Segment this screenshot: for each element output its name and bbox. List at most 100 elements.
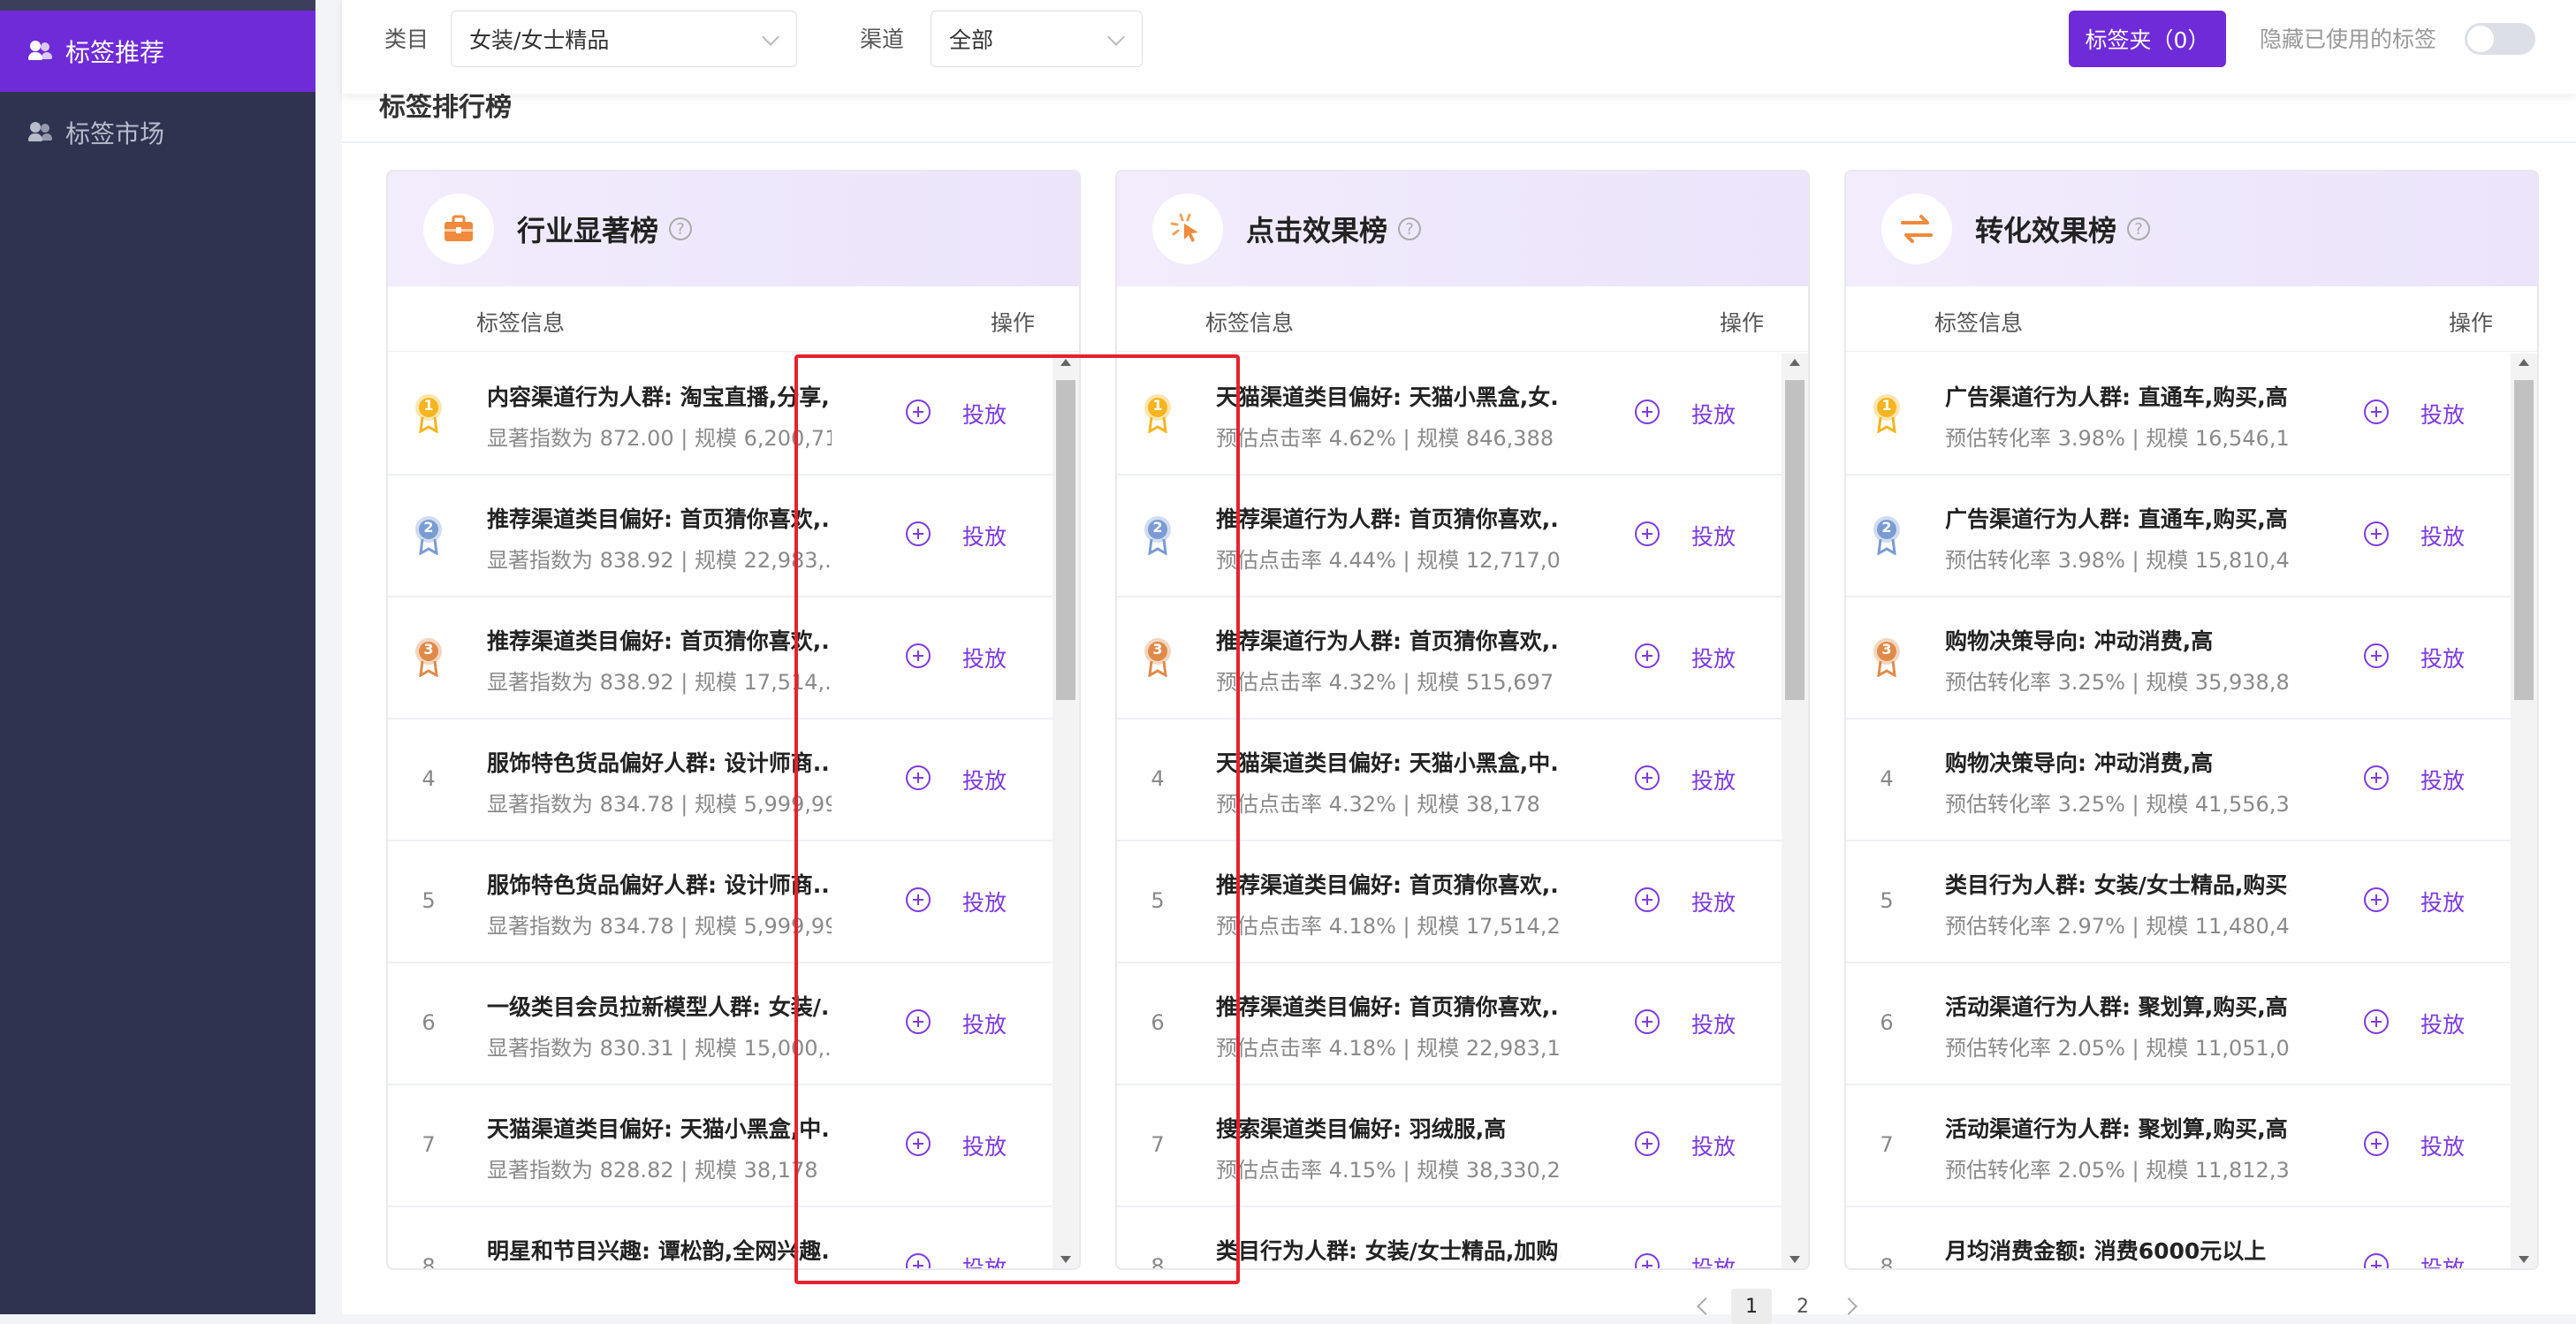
scroll-up-icon[interactable] (2519, 359, 2529, 366)
tag-name: 活动渠道行为人群: 聚划算,购买,高... (1945, 1116, 2290, 1142)
add-to-folder-icon[interactable] (2364, 1131, 2389, 1156)
tag-name: 推荐渠道类目偏好: 首页猜你喜欢,... (1216, 872, 1561, 898)
help-icon[interactable]: ? (1398, 217, 1422, 240)
rank-badge: 8 (407, 1244, 450, 1268)
page-1-button[interactable]: 1 (1731, 1289, 1772, 1324)
rank-badge: 8 (1866, 1244, 1908, 1268)
add-to-folder-icon[interactable] (2364, 399, 2389, 424)
add-to-folder-icon[interactable] (1635, 1009, 1660, 1034)
deploy-link[interactable]: 投放 (1691, 764, 1736, 795)
deploy-link[interactable]: 投放 (2420, 642, 2465, 673)
users-icon (28, 41, 53, 62)
tag-name: 天猫渠道类目偏好: 天猫小黑盒,中... (487, 1116, 832, 1142)
rank-number: 6 (1880, 1010, 1894, 1035)
tag-metrics: 预估转化率 3.98% | 规模 16,546,185 (1945, 426, 2290, 451)
scrollbar[interactable] (1782, 354, 1808, 1268)
deploy-link[interactable]: 投放 (2420, 886, 2465, 917)
deploy-link[interactable]: 投放 (2420, 1252, 2465, 1268)
sidebar-item-tag-recommend[interactable]: 标签推荐 (0, 11, 315, 92)
add-to-folder-icon[interactable] (2364, 765, 2389, 790)
scrollbar[interactable] (2511, 354, 2537, 1268)
deploy-link[interactable]: 投放 (1691, 1130, 1736, 1161)
tag-name: 天猫渠道类目偏好: 天猫小黑盒,中... (1216, 750, 1561, 776)
rank-number: 5 (422, 888, 436, 913)
add-to-folder-icon[interactable] (1635, 1253, 1660, 1268)
rank-number: 4 (1880, 766, 1894, 791)
tag-name: 类目行为人群: 女装/女士精品,购买... (1945, 872, 2290, 898)
sidebar-item-label: 标签市场 (65, 119, 165, 148)
tag-metrics: 预估转化率 2.97% | 规模 11,480,470 (1945, 914, 2290, 939)
category-label: 类目 (384, 27, 429, 52)
panel-header: 转化效果榜? (1846, 171, 2537, 286)
add-to-folder-icon[interactable] (1635, 521, 1660, 546)
deploy-link[interactable]: 投放 (1691, 398, 1736, 430)
add-to-folder-icon[interactable] (1635, 887, 1660, 912)
list-item: 5 类目行为人群: 女装/女士精品,购买... 预估转化率 2.97% | 规模 1… (1846, 841, 2511, 963)
panel-header: 行业显著榜? (388, 171, 1079, 286)
deploy-link[interactable]: 投放 (1691, 1008, 1736, 1039)
deploy-link[interactable]: 投放 (2420, 1130, 2465, 1161)
add-to-folder-icon[interactable] (2364, 643, 2389, 668)
add-to-folder-icon[interactable] (2364, 521, 2389, 546)
add-to-folder-icon[interactable] (1635, 765, 1660, 790)
tag-metrics: 预估转化率 3.98% | 规模 15,810,406 (1945, 548, 2290, 573)
rank-number: 2 (423, 519, 434, 536)
list-item: 3 购物决策导向: 冲动消费,高 预估转化率 3.25% | 规模 35,938,8… (1846, 597, 2511, 719)
rank-number: 4 (422, 766, 436, 791)
add-to-folder-icon[interactable] (2364, 1009, 2389, 1034)
tag-name: 天猫渠道类目偏好: 天猫小黑盒,女... (1216, 384, 1561, 410)
add-to-folder-icon[interactable] (2364, 1253, 2389, 1268)
deploy-link[interactable]: 投放 (1691, 886, 1736, 917)
sidebar-item-tag-market[interactable]: 标签市场 (0, 92, 315, 173)
section-divider (342, 141, 2576, 143)
category-select[interactable]: 女装/女士精品 (451, 11, 797, 67)
add-to-folder-icon[interactable] (2364, 887, 2389, 912)
medal-icon: 2 (1872, 514, 1902, 556)
add-to-folder-icon[interactable] (1635, 399, 1660, 424)
tag-name: 服饰特色货品偏好人群: 设计师商... (487, 872, 832, 898)
scroll-down-icon[interactable] (2519, 1256, 2529, 1263)
deploy-link[interactable]: 投放 (2420, 1008, 2465, 1039)
scrollbar-thumb[interactable] (1785, 380, 1805, 700)
add-to-folder-icon[interactable] (1635, 1131, 1660, 1156)
scroll-up-icon[interactable] (1790, 359, 1800, 366)
rank-badge: 6 (1866, 1001, 1908, 1045)
chevron-down-icon (1107, 28, 1125, 46)
deploy-link[interactable]: 投放 (1691, 520, 1736, 552)
medal-icon: 2 (414, 514, 444, 556)
tag-name: 明星和节目兴趣: 谭松韵,全网兴趣... (487, 1238, 832, 1264)
channel-label: 渠道 (860, 27, 905, 52)
add-to-folder-icon[interactable] (1635, 643, 1660, 668)
tag-folder-button[interactable]: 标签夹（0） (2069, 11, 2226, 67)
medal-icon: 3 (1872, 636, 1902, 678)
page-2-button[interactable]: 2 (1782, 1289, 1823, 1324)
hide-used-tags-toggle[interactable] (2465, 23, 2535, 55)
next-page-icon[interactable] (1840, 1297, 1858, 1315)
help-icon[interactable]: ? (2127, 217, 2151, 240)
channel-select[interactable]: 全部 (931, 11, 1143, 67)
scrollbar-thumb[interactable] (2514, 380, 2534, 700)
tag-metrics: 预估点击率 4.62% | 规模 846,388 (1216, 426, 1554, 451)
deploy-link[interactable]: 投放 (2420, 520, 2465, 552)
ranking-panel: 转化效果榜? 标签信息 操作 1 广告渠道行为人群: 直通车,购买,高... 预估转化率 … (1844, 170, 2539, 1270)
ranking-list: 1 广告渠道行为人群: 直通车,购买,高... 预估转化率 3.98% | 规模 1… (1846, 354, 2511, 1268)
deploy-link[interactable]: 投放 (1691, 1252, 1736, 1268)
tag-metrics: 显著指数为 838.92 | 规模 17,514,... (487, 670, 832, 695)
tag-name: 服饰特色货品偏好人群: 设计师商... (487, 750, 832, 776)
deploy-link[interactable]: 投放 (1691, 642, 1736, 673)
prev-page-icon[interactable] (1697, 1297, 1714, 1315)
scroll-down-icon[interactable] (1790, 1256, 1800, 1263)
help-icon[interactable]: ? (669, 217, 693, 240)
tag-name: 推荐渠道类目偏好: 首页猜你喜欢,... (487, 506, 832, 532)
tag-name: 购物决策导向: 冲动消费,高 (1945, 628, 2214, 654)
rank-badge: 6 (407, 1001, 450, 1045)
users-icon (28, 122, 53, 143)
deploy-link[interactable]: 投放 (2420, 398, 2465, 430)
sidebar: 标签推荐 标签市场 (0, 0, 315, 1314)
column-header-info: 标签信息 (1205, 310, 1295, 336)
panel-title: 行业显著榜 (517, 214, 659, 247)
rank-number: 7 (422, 1132, 436, 1157)
medal-icon: 1 (414, 392, 444, 434)
deploy-link[interactable]: 投放 (2420, 764, 2465, 795)
list-item: 6 活动渠道行为人群: 聚划算,购买,高... 预估转化率 2.05% | 规模 1… (1846, 963, 2511, 1085)
